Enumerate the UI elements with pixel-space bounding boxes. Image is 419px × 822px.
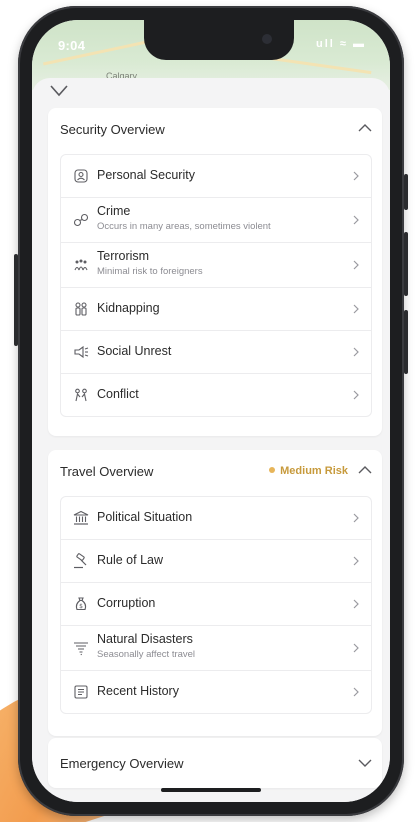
security-item-crime[interactable]: Crime Occurs in many areas, sometimes vi…	[61, 198, 371, 243]
side-button	[404, 232, 408, 296]
security-item-personal-security[interactable]: Personal Security	[61, 155, 371, 198]
volume-button	[14, 254, 18, 346]
item-label: Rule of Law	[97, 553, 164, 567]
item-label: Recent History	[97, 684, 179, 698]
item-label: Kidnapping	[97, 301, 160, 315]
item-label: Terrorism	[97, 249, 150, 263]
risk-dot	[269, 467, 276, 473]
security-overview-title: Security Overview	[60, 122, 165, 137]
crowd-icon	[74, 259, 88, 271]
status-icons: ull ≈ ▬	[316, 38, 366, 50]
conflict-icon	[75, 388, 87, 402]
security-item-conflict[interactable]: Conflict	[61, 374, 371, 416]
power-button	[404, 174, 408, 210]
chevron-right-icon	[353, 556, 359, 566]
risk-label: Medium Risk	[280, 465, 348, 477]
chevron-right-icon	[353, 171, 359, 181]
stage: 9:04 ull ≈ ▬ Calgary Security Overview P…	[0, 0, 419, 822]
security-overview-card: Security Overview Personal Security Crim…	[48, 108, 382, 436]
item-subtitle: Occurs in many areas, sometimes violent	[97, 221, 271, 232]
collapse-chevron-icon[interactable]	[50, 84, 68, 98]
travel-overview-title: Travel Overview	[60, 464, 154, 479]
home-indicator[interactable]	[161, 788, 261, 792]
chevron-down-icon[interactable]	[358, 758, 372, 768]
screen: 9:04 ull ≈ ▬ Calgary Security Overview P…	[32, 20, 390, 802]
chevron-right-icon	[353, 643, 359, 653]
history-book-icon	[74, 685, 88, 699]
item-subtitle: Minimal risk to foreigners	[97, 266, 203, 277]
chevron-right-icon	[353, 347, 359, 357]
risk-badge: Medium Risk	[269, 465, 348, 477]
travel-items-list: Political Situation Rule of Law $ Corrup…	[60, 496, 372, 714]
item-label: Personal Security	[97, 168, 195, 182]
security-overview-header[interactable]: Security Overview	[48, 108, 382, 152]
travel-overview-card: Travel Overview Medium Risk Political Si…	[48, 450, 382, 736]
status-time: 9:04	[58, 38, 86, 53]
megaphone-icon	[74, 345, 89, 359]
chevron-right-icon	[353, 260, 359, 270]
security-item-social-unrest[interactable]: Social Unrest	[61, 331, 371, 374]
emergency-overview-card: Emergency Overview	[48, 738, 382, 788]
money-bag-icon: $	[75, 597, 87, 611]
item-subtitle: Seasonally affect travel	[97, 649, 196, 660]
chevron-right-icon	[353, 304, 359, 314]
item-label: Conflict	[97, 387, 139, 401]
overview-sheet: Security Overview Personal Security Crim…	[32, 78, 390, 802]
government-building-icon	[73, 510, 89, 525]
hostage-icon	[75, 302, 87, 316]
status-bar: 9:04 ull ≈ ▬	[32, 20, 390, 66]
travel-item-corruption[interactable]: $ Corruption	[61, 583, 371, 626]
emergency-overview-title: Emergency Overview	[60, 756, 184, 771]
chevron-right-icon	[353, 599, 359, 609]
person-shield-icon	[74, 169, 88, 183]
travel-item-political-situation[interactable]: Political Situation	[61, 497, 371, 540]
travel-item-rule-of-law[interactable]: Rule of Law	[61, 540, 371, 583]
svg-text:$: $	[79, 603, 83, 610]
travel-item-natural-disasters[interactable]: Natural Disasters Seasonally affect trav…	[61, 626, 371, 671]
security-items-list: Personal Security Crime Occurs in many a…	[60, 154, 372, 417]
security-item-terrorism[interactable]: Terrorism Minimal risk to foreigners	[61, 243, 371, 288]
security-item-kidnapping[interactable]: Kidnapping	[61, 288, 371, 331]
emergency-overview-header[interactable]: Emergency Overview	[48, 738, 382, 788]
tornado-icon	[74, 642, 88, 656]
phone-frame: 9:04 ull ≈ ▬ Calgary Security Overview P…	[14, 6, 408, 816]
item-label: Corruption	[97, 596, 156, 610]
travel-overview-header[interactable]: Travel Overview Medium Risk	[48, 450, 382, 494]
chevron-up-icon[interactable]	[358, 123, 372, 133]
item-label: Natural Disasters	[97, 632, 193, 646]
chevron-right-icon	[353, 513, 359, 523]
handcuffs-icon	[73, 213, 89, 227]
chevron-up-icon[interactable]	[358, 465, 372, 475]
chevron-right-icon	[353, 390, 359, 400]
travel-item-recent-history[interactable]: Recent History	[61, 671, 371, 713]
item-label: Social Unrest	[97, 344, 172, 358]
gavel-icon	[74, 553, 87, 569]
side-button-lower	[404, 310, 408, 374]
chevron-right-icon	[353, 215, 359, 225]
chevron-right-icon	[353, 687, 359, 697]
item-label: Political Situation	[97, 510, 193, 524]
item-label: Crime	[97, 204, 131, 218]
